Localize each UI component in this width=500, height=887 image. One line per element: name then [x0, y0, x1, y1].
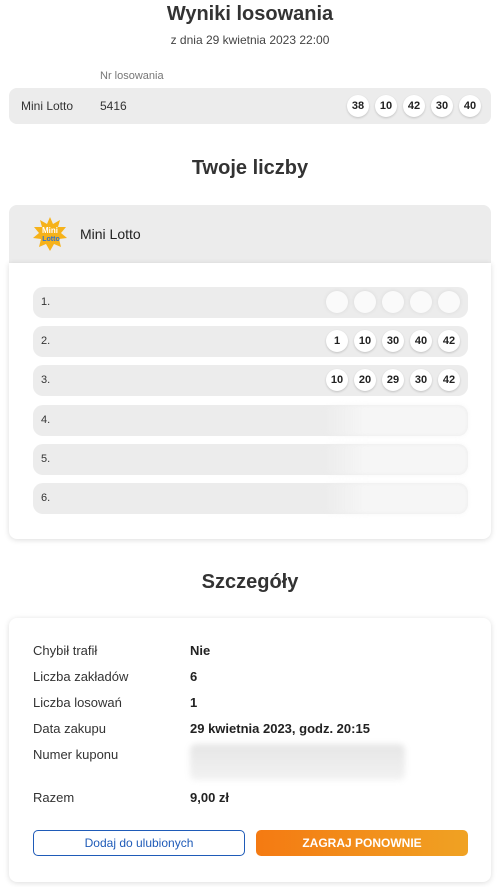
- coupon-number-obscured: [190, 744, 405, 780]
- number-lines-card: 1. 2. 1 10 30 40 42 3. 10 20 29 30 42 4.…: [9, 263, 491, 539]
- number-ball: 42: [438, 330, 460, 352]
- line-index: 2.: [41, 335, 51, 347]
- draw-balls: 38 10 42 30 40: [347, 95, 481, 117]
- detail-label: Chybił trafił: [33, 643, 98, 658]
- result-ball: 10: [375, 95, 397, 117]
- details-card: Chybił trafił Nie Liczba zakładów 6 Licz…: [9, 618, 491, 882]
- draw-number-label: Nr losowania: [100, 70, 164, 82]
- number-ball: 42: [438, 369, 460, 391]
- detail-value: 6: [190, 669, 198, 684]
- detail-value: 29 kwietnia 2023, godz. 20:15: [190, 721, 370, 736]
- line-index: 5.: [41, 453, 51, 465]
- number-ball: 40: [410, 330, 432, 352]
- number-line: 3. 10 20 29 30 42: [33, 365, 468, 396]
- line-index: 6.: [41, 492, 51, 504]
- draw-result-row: Mini Lotto 5416 38 10 42 30 40: [9, 88, 491, 124]
- obscured-ball: [410, 291, 432, 313]
- logo-text-top: Mini: [42, 226, 58, 235]
- number-ball: 30: [410, 369, 432, 391]
- obscured-ball: [326, 291, 348, 313]
- line-balls-obscured: [326, 291, 460, 313]
- result-ball: 42: [403, 95, 425, 117]
- line-index: 1.: [41, 296, 51, 308]
- detail-label: Razem: [33, 790, 75, 805]
- line-index: 3.: [41, 374, 51, 386]
- details-title: Szczegóły: [201, 571, 299, 593]
- number-ball: 10: [354, 330, 376, 352]
- logo-text-bottom: Lotto: [42, 236, 60, 243]
- total-value: 9,00 zł: [190, 790, 230, 805]
- detail-label: Data zakupu: [33, 721, 106, 736]
- draw-game-name: Mini Lotto: [21, 99, 74, 113]
- line-index: 4.: [41, 414, 51, 426]
- detail-label: Liczba zakładów: [33, 669, 129, 684]
- mini-lotto-logo-icon: Mini Lotto: [33, 217, 67, 251]
- number-ball: 30: [382, 330, 404, 352]
- number-line: 2. 1 10 30 40 42: [33, 326, 468, 357]
- page-title: Wyniki losowania: [166, 3, 334, 25]
- result-ball: 38: [347, 95, 369, 117]
- game-title: Mini Lotto: [80, 226, 141, 242]
- obscured-ball: [438, 291, 460, 313]
- number-ball: 20: [354, 369, 376, 391]
- add-to-favorites-button[interactable]: Dodaj do ulubionych: [33, 830, 245, 856]
- number-line: 6.: [33, 483, 468, 514]
- draw-number: 5416: [100, 99, 127, 113]
- play-again-button[interactable]: ZAGRAJ PONOWNIE: [256, 830, 468, 856]
- obscured-numbers: [323, 483, 468, 514]
- detail-value: 1: [190, 695, 198, 710]
- your-numbers-title: Twoje liczby: [191, 157, 309, 179]
- number-line: 1.: [33, 287, 468, 318]
- number-line: 5.: [33, 444, 468, 475]
- number-line: 4.: [33, 405, 468, 436]
- obscured-numbers: [323, 405, 468, 436]
- obscured-ball: [382, 291, 404, 313]
- result-ball: 30: [431, 95, 453, 117]
- obscured-numbers: [323, 444, 468, 475]
- number-ball: 29: [382, 369, 404, 391]
- detail-label: Numer kuponu: [33, 747, 119, 762]
- draw-date: z dnia 29 kwietnia 2023 22:00: [170, 33, 330, 47]
- line-balls: 1 10 30 40 42: [326, 330, 460, 352]
- number-ball: 10: [326, 369, 348, 391]
- detail-label: Liczba losowań: [33, 695, 122, 710]
- game-header: Mini Lotto Mini Lotto: [9, 205, 491, 263]
- line-balls: 10 20 29 30 42: [326, 369, 460, 391]
- number-ball: 1: [326, 330, 348, 352]
- detail-value: Nie: [190, 643, 211, 658]
- result-ball: 40: [459, 95, 481, 117]
- obscured-ball: [354, 291, 376, 313]
